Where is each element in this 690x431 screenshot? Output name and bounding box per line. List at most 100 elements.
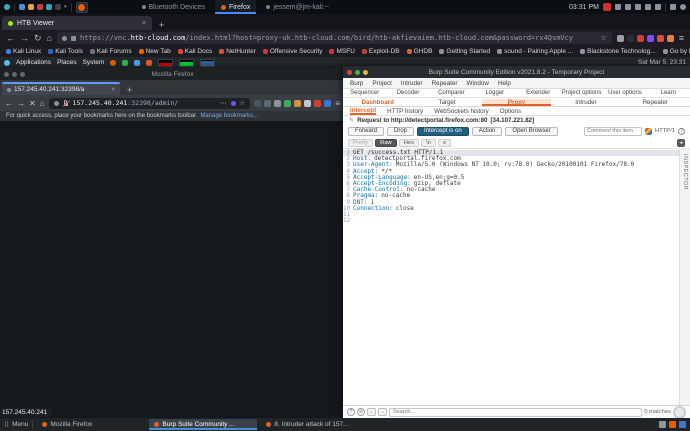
library-icon[interactable] xyxy=(254,100,261,107)
pocket-icon[interactable] xyxy=(231,101,236,106)
menu-help[interactable]: Help xyxy=(498,80,511,87)
back-button[interactable]: ← xyxy=(5,99,13,108)
extension-icon[interactable] xyxy=(617,35,624,42)
extension-icon[interactable] xyxy=(647,35,654,42)
taskbar-window-intruder[interactable]: 8. Intruder attack of 157... xyxy=(261,419,369,430)
window-titlebar[interactable]: Mozilla Firefox xyxy=(0,68,345,80)
console-launcher-icon[interactable] xyxy=(134,60,140,66)
action-button[interactable]: Action xyxy=(472,127,503,136)
menu-icon[interactable]: ≡ xyxy=(335,99,340,108)
inspector-panel[interactable]: INSPECTOR xyxy=(679,149,690,405)
request-text[interactable]: 1GET /success.txt HTTP/1.1 2Host:detectp… xyxy=(343,149,679,405)
lock-icon[interactable] xyxy=(71,36,76,41)
editor-settings-icon[interactable]: ≡ xyxy=(438,139,451,147)
extension-icon[interactable] xyxy=(667,35,674,42)
highlight-color-icon[interactable] xyxy=(645,128,652,135)
taskbar-window-burp[interactable]: Burp Suite Community ... xyxy=(149,419,257,430)
dropdown-icon[interactable]: ▾ xyxy=(64,4,67,10)
cpu-monitor-graph[interactable] xyxy=(158,59,173,67)
host-tab-terminal[interactable]: jessem@jm-kali:~ xyxy=(260,0,335,14)
bookmark-item[interactable]: sound - Pairing Apple ... xyxy=(497,48,573,55)
host-tab-bluetooth[interactable]: Bluetooth Devices xyxy=(136,0,211,14)
app-launcher-icon[interactable] xyxy=(146,60,152,66)
tab-dashboard[interactable]: Dashboard xyxy=(343,99,412,106)
newline-toggle[interactable]: \n xyxy=(421,139,436,147)
files-icon[interactable] xyxy=(28,4,34,10)
firefox-launcher-icon[interactable] xyxy=(110,60,116,66)
tray-firefox-icon[interactable] xyxy=(669,421,676,428)
tab-sequencer[interactable]: Sequencer xyxy=(343,90,386,96)
window-icon[interactable] xyxy=(19,4,25,10)
wifi-icon[interactable] xyxy=(615,4,621,10)
panel-clock[interactable]: Sat Mar 5, 23:31 xyxy=(638,59,686,66)
menu-system[interactable]: System xyxy=(83,59,105,66)
page-actions-icon[interactable]: ⋯ xyxy=(220,99,227,107)
close-tab-icon[interactable]: × xyxy=(142,20,146,27)
menu-window[interactable]: Window xyxy=(467,80,489,87)
bluetooth-icon[interactable] xyxy=(625,4,631,10)
bookmark-item[interactable]: NetHunter xyxy=(219,48,256,55)
bookmark-star-icon[interactable]: ☆ xyxy=(240,99,246,107)
stop-button[interactable]: ✕ xyxy=(29,99,36,108)
terminal-launcher-icon[interactable] xyxy=(122,60,128,66)
extension-icon[interactable] xyxy=(324,100,331,107)
tab-extender[interactable]: Extender xyxy=(517,90,560,96)
terminal-icon[interactable] xyxy=(55,4,61,10)
page-content[interactable]: 157.245.40.241 xyxy=(0,121,345,418)
url-bar[interactable]: 157.245.40.241:32398/admin/ ⋯ ☆ xyxy=(49,98,251,109)
window-minimize-icon[interactable] xyxy=(355,70,360,75)
extension-icon[interactable] xyxy=(627,35,634,42)
inner-firefox-tab[interactable]: 157.245.40.241:32398/a × xyxy=(2,82,120,95)
bookmark-item[interactable]: Kali Tools xyxy=(48,48,83,55)
network-monitor-graph[interactable] xyxy=(200,59,215,67)
host-tab-firefox[interactable]: Firefox xyxy=(215,0,256,14)
search-input[interactable] xyxy=(389,408,642,417)
menu-applications[interactable]: Applications xyxy=(16,59,51,66)
firefox-launcher-icon[interactable] xyxy=(76,2,88,13)
menu-places[interactable]: Places xyxy=(57,59,77,66)
outer-firefox-tab[interactable]: HTB Viewer × xyxy=(2,16,152,30)
hex-toggle[interactable]: Hex xyxy=(399,139,419,147)
drop-button[interactable]: Drop xyxy=(387,127,414,136)
tab-user-options[interactable]: User options xyxy=(603,90,646,96)
tray-icon[interactable] xyxy=(679,421,686,428)
comment-input[interactable] xyxy=(584,127,642,136)
bookmark-item[interactable]: Kali Docs xyxy=(178,48,212,55)
shield-icon[interactable] xyxy=(54,101,59,106)
pdf-icon[interactable] xyxy=(37,4,43,10)
subtab-websockets-history[interactable]: WebSockets history xyxy=(434,108,489,115)
tab-repeater[interactable]: Repeater xyxy=(621,99,690,106)
kali-logo-icon[interactable] xyxy=(4,60,10,66)
home-button[interactable]: ⌂ xyxy=(47,34,52,43)
search-options-icon[interactable]: ⊘ xyxy=(357,408,365,416)
menu-burp[interactable]: Burp xyxy=(350,80,363,87)
menu-button[interactable]: ⠿ Menu xyxy=(4,421,28,429)
pretty-toggle[interactable]: Pretty xyxy=(348,139,373,147)
close-tab-icon[interactable]: × xyxy=(111,86,115,93)
menu-icon[interactable]: ≡ xyxy=(679,34,684,43)
volume-icon[interactable] xyxy=(635,4,641,10)
sidebar-icon[interactable] xyxy=(264,100,271,107)
manage-bookmarks-link[interactable]: Manage bookmarks... xyxy=(200,113,258,119)
intercept-toggle-button[interactable]: Intercept is on xyxy=(417,127,469,136)
window-titlebar[interactable]: Burp Suite Community Edition v2021.8.2 -… xyxy=(343,66,690,78)
browser-icon[interactable] xyxy=(46,4,52,10)
subtab-options[interactable]: Options xyxy=(500,108,521,115)
power-icon[interactable] xyxy=(680,4,686,10)
bookmark-item[interactable]: New Tab xyxy=(139,48,171,55)
activities-icon[interactable] xyxy=(4,4,10,10)
window-maximize-icon[interactable] xyxy=(363,70,368,75)
extension-icon[interactable] xyxy=(657,35,664,42)
subtab-http-history[interactable]: HTTP history xyxy=(387,108,423,115)
search-help-icon[interactable]: ? xyxy=(347,408,355,416)
forward-button[interactable]: → xyxy=(17,99,25,108)
forward-button[interactable]: → xyxy=(20,34,29,43)
tab-proxy[interactable]: Proxy xyxy=(482,99,551,106)
shield-icon[interactable] xyxy=(62,36,67,41)
bookmark-item[interactable]: GHDB xyxy=(407,48,433,55)
forward-button[interactable]: Forward xyxy=(348,127,384,136)
account-icon[interactable] xyxy=(274,100,281,107)
menu-intruder[interactable]: Intruder xyxy=(401,80,423,87)
home-button[interactable]: ⌂ xyxy=(40,99,45,108)
menu-repeater[interactable]: Repeater xyxy=(432,80,458,87)
